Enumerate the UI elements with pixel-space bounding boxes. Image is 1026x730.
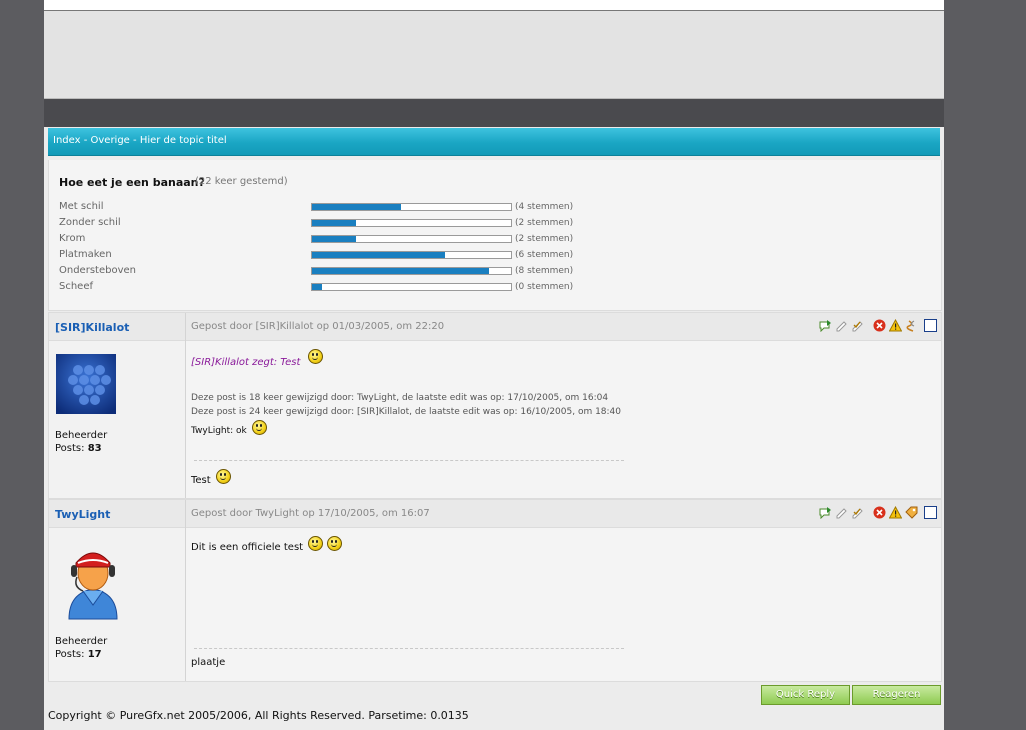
quick-reply-button[interactable]: Quick Reply — [761, 685, 850, 705]
post-header: Gepost door TwyLight op 17/10/2005, om 1… — [186, 500, 941, 528]
post-actions — [819, 318, 937, 332]
user-post-count: Posts: 83 — [55, 443, 102, 454]
poll-option-fill — [312, 220, 356, 226]
poll-question: Hoe eet je een banaan? — [59, 176, 205, 189]
posts-count: 83 — [87, 443, 102, 454]
signature-text: plaatje — [191, 657, 226, 668]
poll-option-label: Scheef — [59, 281, 94, 292]
username-link[interactable]: TwyLight — [55, 508, 110, 521]
edit-icon[interactable] — [835, 319, 848, 332]
poll-option-count: (2 stemmen) — [515, 218, 574, 228]
smiley-icon — [307, 349, 323, 364]
select-post-checkbox[interactable] — [924, 505, 937, 519]
quote-line: [SIR]Killalot zegt: Test — [191, 349, 491, 368]
posts-count: 17 — [87, 649, 102, 660]
poll-option-bar — [311, 267, 512, 275]
poll-option-count: (4 stemmen) — [515, 202, 574, 212]
poll-option-count: (8 stemmen) — [515, 266, 574, 276]
post-author-header: TwyLight — [49, 500, 185, 528]
user-rank: Beheerder — [55, 636, 108, 647]
breadcrumb-topic-link[interactable]: Hier de topic titel — [140, 135, 227, 146]
edit-note: Deze post is 24 keer gewijzigd door: [SI… — [191, 407, 622, 417]
top-banner-area — [44, 11, 944, 99]
posts-label: Posts: — [55, 649, 85, 660]
poll-option-label: Ondersteboven — [59, 265, 136, 276]
post-actions — [819, 505, 937, 519]
poll-option-fill — [312, 268, 489, 274]
quote-icon[interactable] — [819, 506, 832, 519]
poll-option-count: (6 stemmen) — [515, 250, 574, 260]
poll-option-bar — [311, 235, 512, 243]
post-text: Dit is een officiele test — [191, 542, 304, 553]
tag-icon[interactable] — [905, 506, 918, 519]
edit-note: Deze post is 18 keer gewijzigd door: Twy… — [191, 393, 609, 403]
post-header: Gepost door [SIR]Killalot op 01/03/2005,… — [186, 313, 941, 341]
poll-option-label: Met schil — [59, 201, 104, 212]
posts-label: Posts: — [55, 443, 85, 454]
post-text-line: Dit is een officiele test — [191, 536, 343, 553]
breadcrumb-category-link[interactable]: Overige — [91, 135, 130, 146]
poll-option-fill — [312, 284, 322, 290]
post-author-column: [SIR]Killalot Beheerder Posts: 83 — [49, 313, 186, 498]
warning-icon[interactable] — [888, 505, 903, 519]
poll-option-label: Krom — [59, 233, 86, 244]
poll-option-bar — [311, 283, 512, 291]
poll-option-fill — [312, 252, 445, 258]
reply-text: TwyLight: ok — [191, 426, 247, 436]
signature-divider — [194, 648, 624, 649]
edit-icon[interactable] — [835, 506, 848, 519]
user-rank: Beheerder — [55, 430, 108, 441]
poll-option-label: Zonder schil — [59, 217, 121, 228]
breadcrumb-separator: - — [129, 135, 140, 146]
post-meta: Gepost door TwyLight op 17/10/2005, om 1… — [191, 508, 430, 519]
poll-option-fill — [312, 236, 356, 242]
poll-total-votes: (22 keer gestemd) — [195, 176, 288, 187]
poll-option-count: (2 stemmen) — [515, 234, 574, 244]
post-killalot: [SIR]Killalot Beheerder Posts: 83 Gepost… — [48, 312, 942, 499]
delete-icon[interactable] — [873, 319, 886, 332]
poll-option-label: Platmaken — [59, 249, 112, 260]
poll-option-bar — [311, 219, 512, 227]
edit-check-icon[interactable] — [851, 319, 864, 332]
poll-option-count: (0 stemmen) — [515, 282, 574, 292]
reply-line: TwyLight: ok — [191, 420, 267, 436]
avatar — [56, 354, 116, 414]
topic-header-bar: Index - Overige - Hier de topic titel — [48, 128, 940, 156]
reply-button[interactable]: Reageren — [852, 685, 941, 705]
post-author-header: [SIR]Killalot — [49, 313, 185, 341]
post-author-column: TwyLight Beheerder Posts: 17 — [49, 500, 186, 681]
smiley-icon — [251, 420, 267, 435]
copyright-footer: Copyright © PureGfx.net 2005/2006, All R… — [48, 709, 469, 722]
split-icon[interactable] — [905, 319, 918, 332]
quote-icon[interactable] — [819, 319, 832, 332]
quote-text: [SIR]Killalot zegt: Test — [191, 357, 301, 368]
signature-divider — [194, 460, 624, 461]
edit-check-icon[interactable] — [851, 506, 864, 519]
smiley-icon — [308, 536, 324, 551]
poll-box: Hoe eet je een banaan? (22 keer gestemd)… — [48, 160, 942, 311]
username-link[interactable]: [SIR]Killalot — [55, 321, 129, 334]
poll-option-bar — [311, 251, 512, 259]
user-post-count: Posts: 17 — [55, 649, 102, 660]
breadcrumb: Index - Overige - Hier de topic titel — [53, 135, 227, 146]
breadcrumb-index-link[interactable]: Index — [53, 135, 81, 146]
signature: Test — [191, 469, 231, 486]
post-twylight: TwyLight Beheerder Posts: 17 Gepost door… — [48, 499, 942, 682]
avatar — [61, 541, 125, 621]
warning-icon[interactable] — [888, 318, 903, 332]
spacer-band — [44, 99, 944, 127]
select-post-checkbox[interactable] — [924, 318, 937, 332]
poll-option-bar — [311, 203, 512, 211]
signature-text: Test — [191, 475, 211, 486]
delete-icon[interactable] — [873, 506, 886, 519]
poll-option-fill — [312, 204, 401, 210]
grin-icon — [327, 536, 343, 551]
top-banner-strip — [44, 0, 944, 11]
breadcrumb-separator: - — [80, 135, 91, 146]
grin-icon — [215, 469, 231, 484]
post-meta: Gepost door [SIR]Killalot op 01/03/2005,… — [191, 321, 445, 332]
